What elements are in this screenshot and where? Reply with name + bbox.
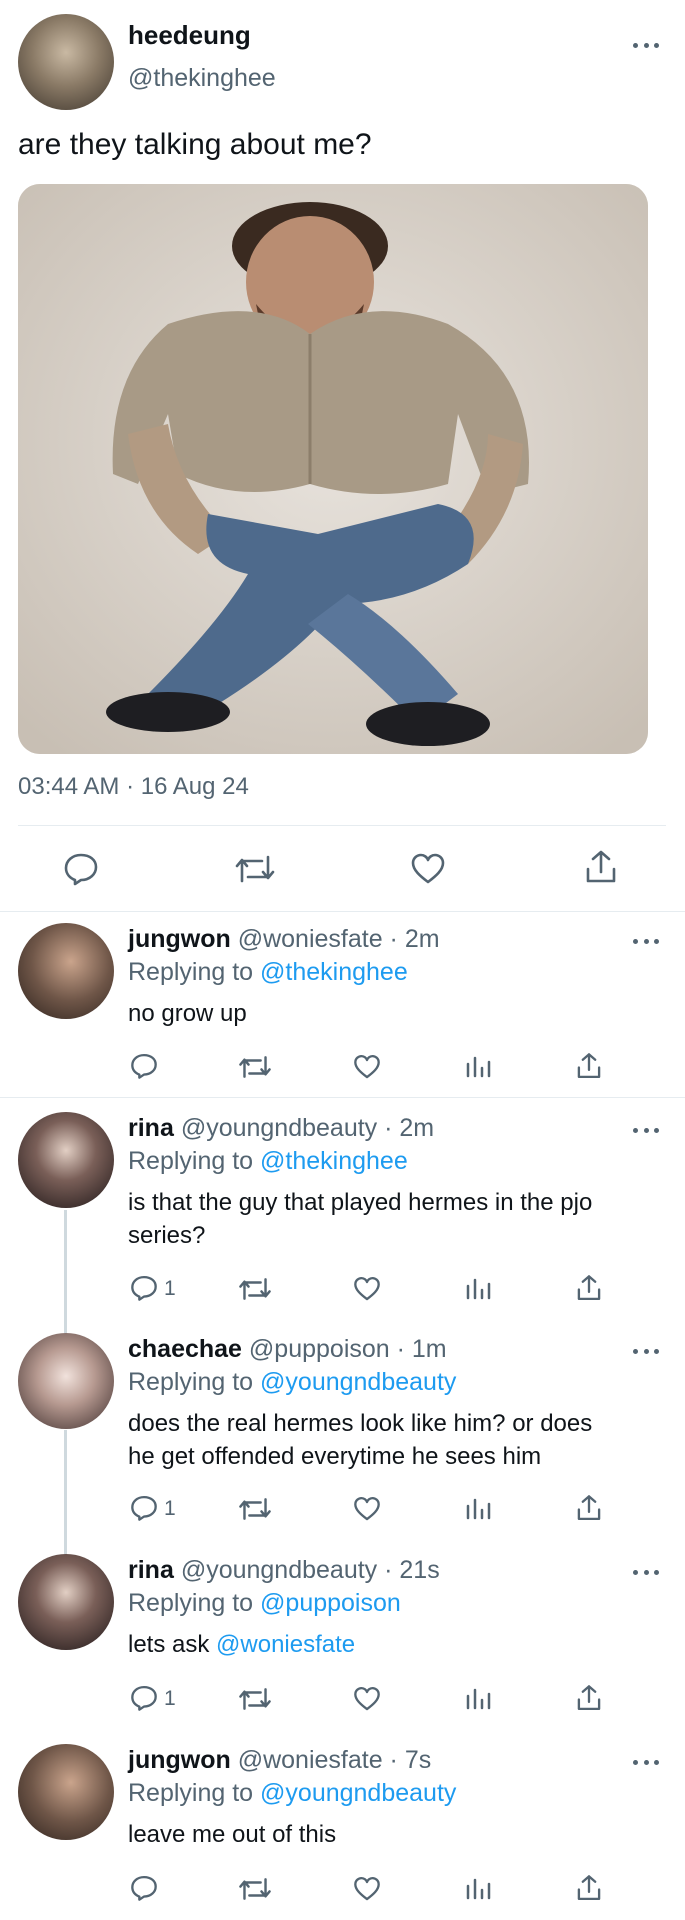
thread-line <box>64 1210 67 1335</box>
replying-to-handle[interactable]: @puppoison <box>260 1589 401 1617</box>
reply-meta[interactable]: @woniesfate · 7s <box>238 1746 432 1774</box>
reply-display-name[interactable]: jungwon <box>128 1746 231 1774</box>
reply-meta[interactable]: @youngndbeauty · 21s <box>181 1556 440 1584</box>
analytics-icon[interactable] <box>465 1496 491 1522</box>
mention-link[interactable]: @woniesfate <box>216 1631 355 1658</box>
reply-text: lets ask @woniesfate <box>128 1631 355 1659</box>
reply-avatar[interactable] <box>18 1554 114 1650</box>
photo-man-icon <box>18 184 648 754</box>
like-icon[interactable] <box>353 1276 381 1302</box>
replying-to: Replying to @puppoison <box>128 1589 401 1618</box>
reply-avatar[interactable] <box>18 923 114 1019</box>
retweet-icon[interactable] <box>238 1276 272 1302</box>
replying-to-label: Replying to <box>128 1147 261 1175</box>
reply-display-name[interactable]: jungwon <box>128 925 231 953</box>
share-icon[interactable] <box>576 1684 602 1712</box>
reply-text: leave me out of this <box>128 1821 337 1848</box>
reply-icon[interactable] <box>130 1874 158 1902</box>
reply-text-plain: lets ask <box>128 1631 217 1658</box>
timestamp-divider <box>18 825 666 826</box>
more-options-icon[interactable] <box>633 41 659 49</box>
share-icon[interactable] <box>576 1494 602 1522</box>
reply-header: jungwon @woniesfate · 7s <box>128 1746 431 1775</box>
share-icon[interactable] <box>576 1874 602 1902</box>
replying-to: Replying to @youngndbeauty <box>128 1779 456 1808</box>
section-divider <box>0 1097 685 1098</box>
replying-to-label: Replying to <box>128 958 261 986</box>
reply-avatar[interactable] <box>18 1333 114 1429</box>
replying-to-label: Replying to <box>128 1779 261 1807</box>
reply-text-line: is that the guy that played hermes in th… <box>128 1189 593 1216</box>
reply-icon[interactable] <box>63 852 99 886</box>
share-icon[interactable] <box>576 1052 602 1080</box>
retweet-icon[interactable] <box>238 1054 272 1080</box>
reply-count: 1 <box>164 1687 176 1710</box>
reply-meta[interactable]: @puppoison · 1m <box>249 1335 447 1363</box>
reply-display-name[interactable]: rina <box>128 1114 174 1142</box>
reply-display-name[interactable]: rina <box>128 1556 174 1584</box>
more-options-icon[interactable] <box>633 1126 659 1134</box>
reply-header: jungwon @woniesfate · 2m <box>128 925 440 954</box>
reply-avatar[interactable] <box>18 1744 114 1840</box>
replying-to-label: Replying to <box>128 1368 261 1396</box>
like-icon[interactable] <box>353 1686 381 1712</box>
reply-meta[interactable]: @woniesfate · 2m <box>238 925 440 953</box>
replying-to: Replying to @thekinghee <box>128 1147 408 1176</box>
reply-count: 1 <box>164 1497 176 1520</box>
replying-to-handle[interactable]: @thekinghee <box>260 958 408 986</box>
retweet-icon[interactable] <box>238 1496 272 1522</box>
replying-to: Replying to @youngndbeauty <box>128 1368 456 1397</box>
replying-to-handle[interactable]: @youngndbeauty <box>260 1779 456 1807</box>
reply-header: rina @youngndbeauty · 21s <box>128 1556 440 1585</box>
reply-text: no grow up <box>128 1000 247 1027</box>
more-options-icon[interactable] <box>633 1568 659 1576</box>
replying-to-label: Replying to <box>128 1589 261 1617</box>
author-handle[interactable]: @thekinghee <box>128 64 276 93</box>
more-options-icon[interactable] <box>633 1758 659 1766</box>
share-icon[interactable] <box>576 1274 602 1302</box>
tweet-timestamp: 03:44 AM · 16 Aug 24 <box>18 773 249 800</box>
reply-display-name[interactable]: chaechae <box>128 1335 242 1363</box>
analytics-icon[interactable] <box>465 1276 491 1302</box>
reply-text-line: series? <box>128 1222 206 1249</box>
like-icon[interactable] <box>353 1876 381 1902</box>
retweet-icon[interactable] <box>238 1876 272 1902</box>
analytics-icon[interactable] <box>465 1054 491 1080</box>
like-icon[interactable] <box>410 853 446 885</box>
author-display-name[interactable]: heedeung <box>128 20 251 51</box>
retweet-icon[interactable] <box>234 853 276 885</box>
thread-line <box>64 1430 67 1555</box>
reply-meta[interactable]: @youngndbeauty · 2m <box>181 1114 434 1142</box>
reply-text-line: does the real hermes look like him? or d… <box>128 1410 593 1437</box>
analytics-icon[interactable] <box>465 1876 491 1902</box>
reply-text-line: he get offended everytime he sees him <box>128 1443 542 1470</box>
section-divider <box>0 911 685 912</box>
tweet-image[interactable] <box>18 184 648 754</box>
reply-icon[interactable] <box>130 1052 158 1080</box>
replying-to: Replying to @thekinghee <box>128 958 408 987</box>
like-icon[interactable] <box>353 1496 381 1522</box>
share-icon[interactable] <box>585 849 617 885</box>
reply-icon[interactable] <box>130 1684 158 1712</box>
reply-icon[interactable] <box>130 1274 158 1302</box>
analytics-icon[interactable] <box>465 1686 491 1712</box>
author-avatar[interactable] <box>18 14 114 110</box>
replying-to-handle[interactable]: @youngndbeauty <box>260 1368 456 1396</box>
replying-to-handle[interactable]: @thekinghee <box>260 1147 408 1175</box>
tweet-text: are they talking about me? <box>18 128 372 161</box>
like-icon[interactable] <box>353 1054 381 1080</box>
retweet-icon[interactable] <box>238 1686 272 1712</box>
reply-avatar[interactable] <box>18 1112 114 1208</box>
reply-icon[interactable] <box>130 1494 158 1522</box>
reply-header: chaechae @puppoison · 1m <box>128 1335 447 1364</box>
reply-header: rina @youngndbeauty · 2m <box>128 1114 434 1143</box>
more-options-icon[interactable] <box>633 937 659 945</box>
reply-count: 1 <box>164 1277 176 1300</box>
more-options-icon[interactable] <box>633 1347 659 1355</box>
